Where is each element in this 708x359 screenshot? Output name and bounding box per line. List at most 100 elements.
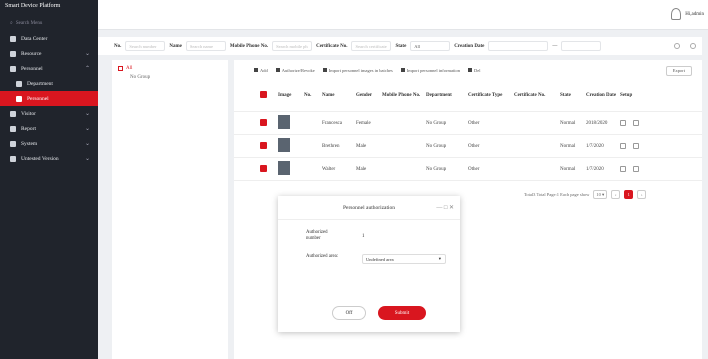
filter-state-select[interactable]: All [410, 41, 451, 51]
filter-date-end[interactable] [561, 41, 602, 51]
col-creation-date: Creation Date [586, 93, 617, 98]
dialog-title: Personnel authorization [278, 196, 460, 220]
row-checkbox[interactable] [234, 118, 267, 128]
col-department: Department [426, 93, 452, 98]
sidebar-item-label: Data Center [21, 35, 48, 42]
prev-page-button[interactable]: ‹ [611, 190, 621, 199]
next-page-button[interactable]: › [637, 190, 647, 199]
tree-node-label: No Group [130, 75, 151, 80]
report-icon [10, 125, 16, 132]
col-image: Image [278, 93, 292, 98]
off-button[interactable]: Off [332, 306, 366, 320]
cell-department: No Group [426, 120, 447, 126]
username: Hi,admin [685, 11, 704, 17]
delete-button[interactable]: Del [467, 68, 480, 73]
filter-no-input[interactable]: Search number [125, 41, 166, 51]
filter-phone-input[interactable]: Search mobile ph [272, 41, 313, 51]
trash-icon[interactable] [633, 166, 639, 172]
row-checkbox[interactable] [234, 141, 267, 151]
submit-button[interactable]: Submit [378, 306, 426, 320]
folder-icon [118, 66, 123, 71]
authorized-number-label: Authorized number [306, 230, 328, 241]
authorized-area-value: Undefined area [366, 257, 394, 262]
authorized-area-label: Authorized area: [306, 254, 339, 259]
chevron-down-icon: ⌄ [84, 126, 90, 132]
sidebar-item-personnel[interactable]: Personnel ⌃ [0, 61, 98, 76]
trash-icon[interactable] [633, 120, 639, 126]
monitor-icon [10, 35, 16, 42]
cell-cert-type: Other [468, 166, 480, 172]
row-checkbox[interactable] [234, 164, 267, 174]
person-icon [275, 68, 280, 72]
sidebar-item-personnel-sub[interactable]: Personnel [0, 91, 98, 106]
avatar [671, 8, 682, 20]
col-cert-no: Certificate No. [514, 93, 546, 98]
sidebar-item-untested-version[interactable]: Untested Version ⌄ [0, 151, 98, 166]
filter-name-input[interactable]: Search name [185, 41, 226, 51]
authorize-button[interactable]: Authorize/Revoke [275, 68, 315, 73]
select-all-checkbox[interactable] [234, 91, 267, 100]
cell-name: Walter [322, 166, 336, 172]
dialog-window-controls[interactable]: — □ ✕ [436, 204, 454, 211]
sidebar-item-data-center[interactable]: Data Center [0, 31, 98, 46]
sidebar-item-resource[interactable]: Resource ⌄ [0, 46, 98, 61]
authorized-area-select[interactable]: Undefined area ▾ [362, 254, 446, 264]
sidebar-item-label: Personnel [21, 65, 43, 72]
col-setup: Setup [620, 93, 633, 98]
page-size-select[interactable]: 10 ▾ [593, 190, 608, 199]
import-images-button[interactable]: Import personnel images in batches [322, 67, 393, 73]
import-icon [400, 68, 405, 72]
sidebar-item-report[interactable]: Report ⌄ [0, 121, 98, 136]
sidebar-item-system[interactable]: System ⌄ [0, 136, 98, 151]
table-toolbar: Add Authorize/Revoke Import personnel im… [234, 60, 702, 80]
table-row[interactable]: Francesca Female No Group Other Normal 2… [234, 112, 702, 135]
people-icon [10, 65, 16, 72]
filter-date-start[interactable] [488, 41, 549, 51]
brand-title: Smart Device Platform [5, 3, 61, 9]
photo-icon [278, 138, 290, 152]
sidebar-item-visitor[interactable]: Visitor ⌄ [0, 106, 98, 121]
chevron-down-icon: ⌄ [84, 141, 90, 147]
filter-date-sep: — [552, 43, 558, 49]
table-header: Image No. Name Gender Mobile Phone No. D… [234, 80, 702, 112]
cell-creation-date: 1/7/2020 [586, 143, 604, 149]
sidebar-item-label: Visitor [21, 110, 36, 117]
person-icon [16, 95, 22, 102]
personnel-authorization-dialog: Personnel authorization — □ ✕ Authorized… [278, 196, 460, 332]
trash-icon[interactable] [633, 143, 639, 149]
sidebar-search[interactable]: ⌕ Search Menu [4, 17, 94, 29]
import-info-button[interactable]: Import personnel information [400, 68, 460, 73]
col-gender: Gender [356, 93, 373, 98]
reset-icon[interactable] [690, 43, 696, 49]
cell-gender: Male [356, 143, 367, 149]
search-icon: ⌕ [10, 21, 13, 26]
tree-node-no-group[interactable]: No Group [112, 73, 228, 82]
add-button[interactable]: Add [254, 68, 268, 73]
search-icon[interactable] [674, 43, 680, 49]
trash-icon [467, 68, 472, 72]
pin-icon [10, 50, 16, 57]
add-label: Add [260, 67, 268, 73]
edit-icon[interactable] [620, 120, 626, 126]
filter-cert-input[interactable]: Search certificate [351, 41, 392, 51]
import-images-label: Import personnel images in batches [328, 67, 393, 73]
sidebar-item-label: System [21, 140, 38, 147]
chevron-down-icon: ⌄ [84, 51, 90, 57]
page-button-current[interactable]: 1 [624, 190, 634, 199]
col-phone: Mobile Phone No. [382, 93, 421, 98]
col-state: State [560, 93, 571, 98]
tree-node-all[interactable]: All [112, 64, 228, 73]
tree-node-label: All [126, 66, 133, 71]
table-row[interactable]: Brethren Male No Group Other Normal 1/7/… [234, 135, 702, 158]
org-icon [16, 80, 22, 87]
user-menu[interactable]: Hi,admin [671, 8, 704, 20]
sidebar-item-label: Report [21, 125, 36, 132]
edit-icon[interactable] [620, 143, 626, 149]
edit-icon[interactable] [620, 166, 626, 172]
cell-creation-date: 2018/2020 [586, 120, 608, 126]
table-row[interactable]: Walter Male No Group Other Normal 1/7/20… [234, 158, 702, 181]
import-icon [322, 68, 327, 72]
export-button[interactable]: Export [665, 66, 692, 76]
sidebar-item-department[interactable]: Department [0, 76, 98, 91]
sidebar-item-label: Department [27, 80, 53, 87]
